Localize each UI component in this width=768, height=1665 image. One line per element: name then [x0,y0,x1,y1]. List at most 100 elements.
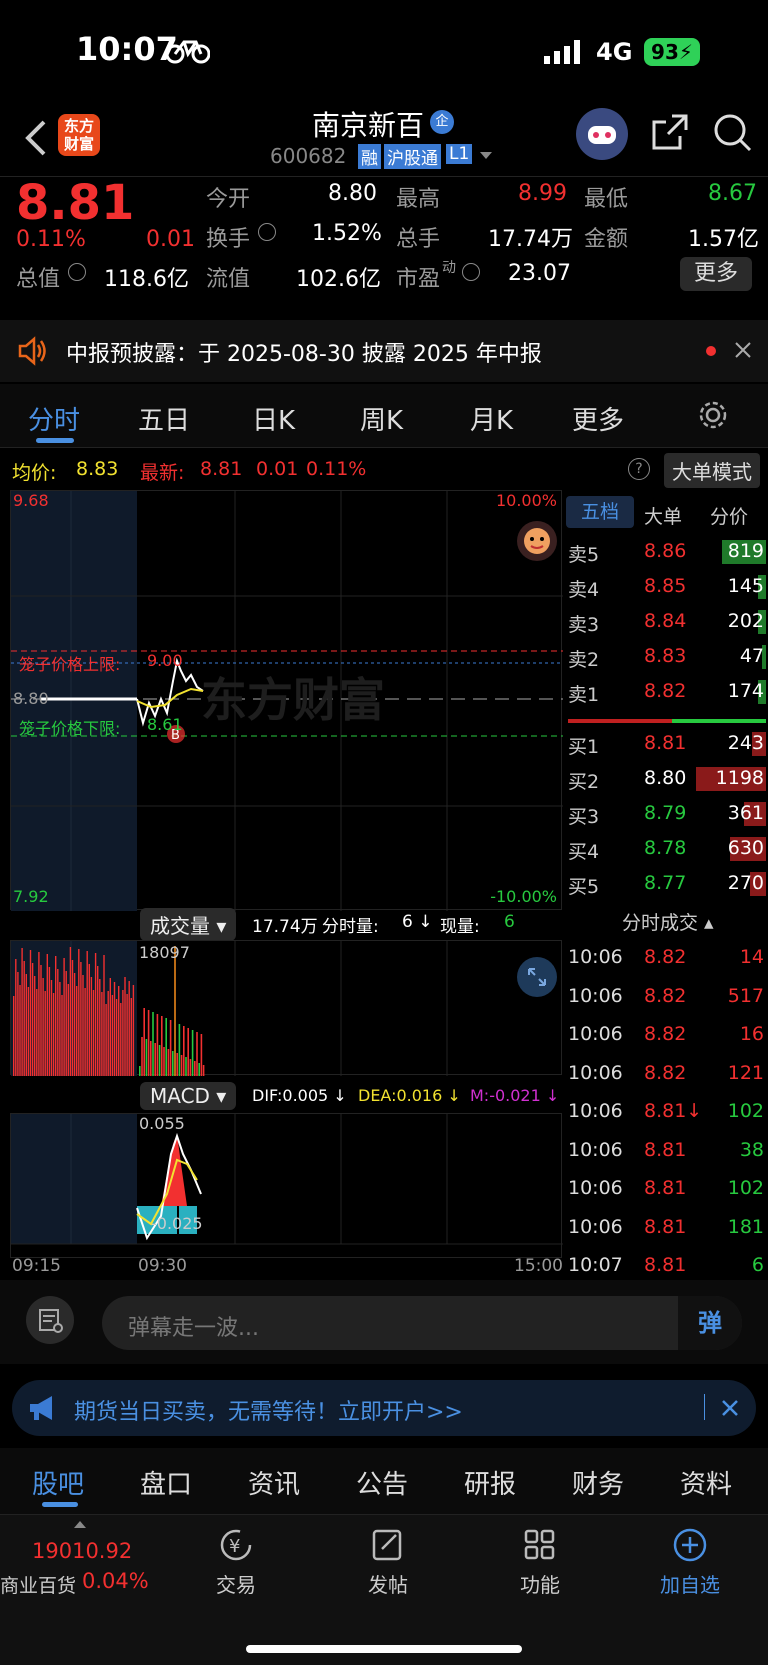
tab-finance[interactable]: 财务 [572,1464,624,1501]
volume-chart[interactable]: 18097 [10,940,562,1076]
volume-bar [78,949,80,1076]
share-icon[interactable] [650,112,690,152]
tab-monthly-k[interactable]: 月K [470,400,513,437]
tab-five-levels[interactable]: 五档 [566,496,634,528]
bid-level-row[interactable]: 买1 8.81 243 [562,726,768,761]
bid-level-row[interactable]: 买4 8.78 630 [562,831,768,866]
tab-more[interactable]: 更多 [572,400,624,437]
tab-announcements[interactable]: 公告 [356,1464,408,1501]
volume-bar [73,973,76,1076]
index-name[interactable]: 商业百货 [0,1571,76,1598]
tick-row: 10:06 8.82 14 [562,940,768,975]
ask-level-row[interactable]: 卖2 8.83 47 [562,639,768,674]
tick-row: 10:06 8.82 517 [562,979,768,1014]
edit-doc-icon[interactable] [26,1296,74,1344]
grid-icon [520,1527,560,1563]
last-price: 8.81 [16,175,135,231]
ask-level-row[interactable]: 卖1 8.82 174 [562,674,768,709]
trade-button[interactable]: ¥ 交易 [176,1527,296,1598]
xianliang-value: 6 [504,912,515,932]
bid-level-row[interactable]: 买2 8.80 1198 [562,761,768,796]
tab-daily-k[interactable]: 日K [252,400,295,437]
megaphone-icon [28,1394,60,1422]
volume-max: 18097 [139,943,190,962]
info-icon[interactable] [258,223,276,241]
volume-bar [61,995,63,1076]
tab-profile[interactable]: 资料 [680,1464,732,1501]
expand-icon[interactable] [517,957,557,997]
ask-level-row[interactable]: 卖5 8.86 819 [562,534,768,569]
volume-bar [40,965,42,1076]
volume-bar [71,960,74,1076]
volume-bar [187,1028,189,1076]
add-watchlist-button[interactable]: 加自选 [630,1527,750,1598]
volume-bar [82,975,84,1076]
macd-chart[interactable]: 0.055 -0.025 [10,1113,563,1258]
danmu-placeholder: 弹幕走一波... [128,1316,259,1341]
bid-level-row[interactable]: 买3 8.79 361 [562,796,768,831]
danmu-toggle-button[interactable]: 弹 [678,1296,742,1350]
tick-price: 8.81 [644,1215,687,1238]
volume-bar [90,977,93,1076]
close-icon[interactable] [733,340,753,360]
signal-icon [544,40,584,64]
intraday-chart-canvas: 东方财富 B [11,491,563,911]
search-icon[interactable] [712,112,754,154]
chart-mid: 8.80 [13,689,49,708]
ask-level-row[interactable]: 卖4 8.85 145 [562,569,768,604]
intraday-chart[interactable]: 东方财富 B 9.68 7.92 10.00% -10.00% 笼子价格上限: … [10,490,563,911]
post-button[interactable]: 发帖 [328,1527,448,1598]
function-button[interactable]: 功能 [480,1527,600,1598]
app-logo[interactable]: 东方 财富 [58,114,100,156]
volume-bar [76,986,78,1076]
tab-price-dist[interactable]: 分价 [710,502,748,529]
ask-level-row[interactable]: 卖3 8.84 202 [562,604,768,639]
tab-fenshi[interactable]: 分时 [28,400,80,437]
tab-5day[interactable]: 五日 [138,400,190,437]
high-value: 8.99 [518,181,567,206]
index-value[interactable]: 19010.92 [32,1539,132,1563]
price-change: 0.01 [146,227,195,252]
compose-icon [368,1527,408,1563]
tab-pankou[interactable]: 盘口 [140,1464,192,1501]
dropdown-icon[interactable] [480,152,492,159]
content-tab-indicator [42,1502,78,1507]
bid-price: 8.80 [644,767,687,789]
bid-level-row[interactable]: 买5 8.77 270 [562,866,768,901]
ask-price: 8.83 [644,645,687,667]
volume-indicator-select[interactable]: 成交量 ▾ [140,908,237,941]
collapse-arrow-icon[interactable] [74,1521,86,1528]
ask-volume: 145 [727,575,764,597]
more-button[interactable]: 更多 [680,257,752,291]
tab-big-orders[interactable]: 大单 [644,502,682,529]
index-pct[interactable]: 0.04% [82,1569,149,1593]
close-icon[interactable] [720,1398,740,1418]
mascot-icon[interactable] [517,521,557,561]
tab-guba[interactable]: 股吧 [32,1464,84,1501]
xianliang-label: 现量: [440,917,480,937]
back-icon[interactable] [22,118,52,158]
ask-level-label: 卖1 [568,684,600,706]
notice-banner[interactable]: 中报预披露：于 2025-08-30 披露 2025 年中报 [0,320,768,382]
robot-avatar-icon[interactable] [576,108,628,160]
tab-research[interactable]: 研报 [464,1464,516,1501]
help-icon[interactable]: ? [628,458,650,480]
fenshi-label: 分时量: [322,917,379,937]
info-icon[interactable] [68,263,86,281]
add-watchlist-label: 加自选 [660,1573,720,1597]
lower-limit-label: 笼子价格下限: [19,719,121,738]
ad-banner[interactable]: 期货当日买卖，无需等待！立即开户>> [12,1380,756,1436]
macd-indicator-select[interactable]: MACD ▾ [140,1082,237,1110]
danmu-input[interactable]: 弹幕走一波... 弹 [102,1296,742,1350]
ticks-title[interactable]: 分时成交 ▴ [622,908,714,935]
pe-sup: 动 [442,260,456,276]
big-order-mode-button[interactable]: 大单模式 [664,453,760,488]
tab-news[interactable]: 资讯 [248,1464,300,1501]
home-indicator [246,1645,522,1653]
tick-volume: 181 [727,1215,764,1238]
tick-price: 8.81↓ [644,1100,703,1122]
gear-icon[interactable] [698,400,728,430]
tab-weekly-k[interactable]: 周K [360,400,403,437]
stock-name: 南京新百 [312,109,425,142]
info-icon[interactable] [462,263,480,281]
